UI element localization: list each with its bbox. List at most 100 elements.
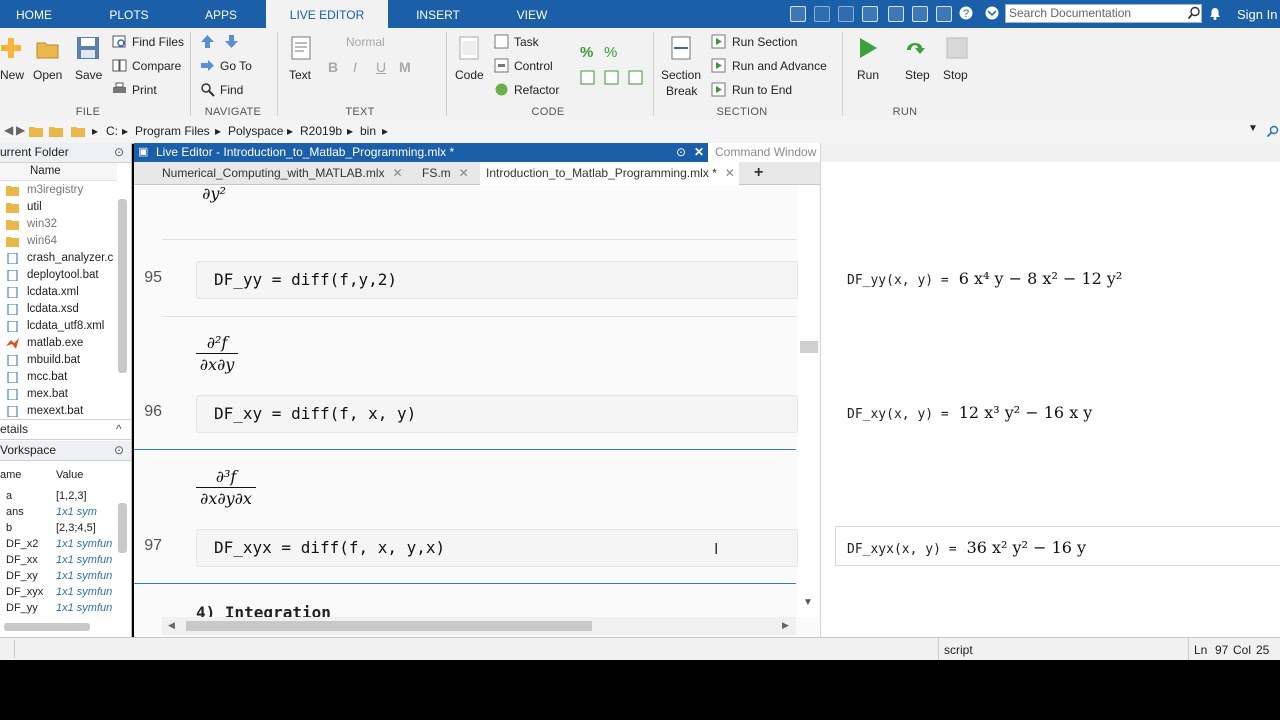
run-to-end-button[interactable]: Run to End [732,83,792,97]
name-column-header[interactable]: ame [0,467,21,483]
open-folder-icon[interactable] [36,38,60,62]
list-item[interactable]: mex.bat [0,386,117,403]
horizontal-scrollbar[interactable]: ◀ ▶ [162,617,796,635]
new-icon[interactable] [0,36,24,60]
tab-introduction[interactable]: Introduction_to_Matlab_Programming.mlx *… [480,162,739,185]
vertical-scrollbar[interactable]: ▼ [798,185,818,617]
list-item[interactable]: matlab.exe [0,335,117,352]
tab-fs[interactable]: FS.m ✕ [422,162,469,184]
increase-indent-icon[interactable] [628,70,643,85]
redo-icon[interactable] [912,6,928,22]
tab-insert[interactable]: INSERT [400,0,476,28]
print-button[interactable]: Print [132,83,157,97]
close-icon[interactable]: ✕ [725,166,735,180]
section-break-icon[interactable] [670,36,694,60]
control-button[interactable]: Control [514,59,553,73]
list-item[interactable]: lcdata.xsd [0,301,117,318]
new-button[interactable]: New [0,68,24,82]
underline-button[interactable]: U [376,59,386,75]
text-icon[interactable] [290,36,314,60]
comment-icon[interactable]: % [580,44,593,61]
indent-icon[interactable] [580,70,595,85]
run-icon[interactable] [856,36,880,60]
forward-icon[interactable]: ▶ [16,123,25,137]
breadcrumb-bin[interactable]: bin [360,124,376,138]
step-icon[interactable] [904,36,928,60]
compare-button[interactable]: Compare [132,59,181,73]
bell-icon[interactable] [1208,6,1222,21]
stop-icon[interactable] [945,36,969,60]
tab-apps[interactable]: APPS [190,0,252,28]
list-item[interactable]: lcdata_utf8.xml [0,318,117,335]
address-bar[interactable]: ◀ ▶ ▸ C: ▸ Program Files ▸ Polyspace ▸ R… [0,121,1280,144]
code-line[interactable]: DF_xy = diff(f, x, y) [214,404,416,423]
panel-menu-icon[interactable]: ⊙ [676,143,686,162]
breadcrumb-program-files[interactable]: Program Files [135,124,210,138]
close-icon[interactable]: ✕ [393,166,403,180]
tab-live-editor[interactable]: LIVE EDITOR [266,0,388,29]
switch-windows-icon[interactable] [936,6,952,22]
search-input[interactable]: Search Documentation [1005,4,1202,23]
chevron-down-icon[interactable]: ▼ [803,597,813,608]
chevron-up-icon[interactable]: ^ [116,420,122,439]
cut-icon[interactable] [814,6,830,22]
details-header[interactable]: etails ^ [0,419,131,440]
close-icon[interactable]: ✕ [459,166,469,180]
table-row[interactable]: DF_xy 1x1 symfun [0,568,117,584]
code-block[interactable]: DF_yy = diff(f,y,2) [196,261,798,299]
style-dropdown[interactable]: Normal [346,35,385,49]
section-break-label-1[interactable]: Section [661,68,701,82]
command-window-title-bar[interactable]: Command Window [715,143,1280,162]
bold-button[interactable]: B [328,59,338,75]
list-item[interactable]: m3iregistry [0,182,117,199]
code-icon[interactable] [458,36,482,60]
scroll-thumb[interactable] [800,341,818,353]
refactor-button[interactable]: Refactor [514,83,559,97]
run-button[interactable]: Run [857,68,879,82]
step-button[interactable]: Step [905,68,930,82]
up-folder-icon[interactable] [28,124,44,138]
list-item[interactable]: mcc.bat [0,369,117,386]
code-line[interactable]: DF_xyx = diff(f, x, y,x) [214,538,445,557]
panel-menu-icon[interactable]: ⊙ [114,143,124,162]
task-button[interactable]: Task [514,35,539,49]
folder-scrollbar[interactable] [118,199,127,373]
chevron-down-icon[interactable] [984,5,1000,21]
help-icon[interactable]: ? [958,5,974,21]
name-column-header[interactable]: Name [0,163,117,181]
save-icon[interactable] [790,6,806,22]
run-section-button[interactable]: Run Section [732,35,797,49]
chevron-down-icon[interactable]: ▼ [1248,123,1258,134]
search-icon[interactable] [1266,125,1279,138]
list-item[interactable]: mexext.bat [0,403,117,420]
table-row[interactable]: DF_xyx 1x1 symfun [0,584,117,600]
go-to-button[interactable]: Go To [220,59,252,73]
tab-plots[interactable]: PLOTS [90,0,168,28]
table-row[interactable]: a [1,2,3] [0,488,117,504]
workspace-hscrollbar[interactable] [4,623,90,631]
arrow-down-icon[interactable] [224,34,239,49]
copy-icon[interactable] [838,6,854,22]
workspace-scrollbar[interactable] [118,503,127,553]
monospace-button[interactable]: M [399,59,411,75]
code-button[interactable]: Code [455,68,484,82]
table-row[interactable]: DF_xx 1x1 symfun [0,552,117,568]
italic-button[interactable]: I [353,59,357,75]
save-icon[interactable] [76,36,100,60]
scroll-thumb[interactable] [186,621,592,631]
decrease-indent-icon[interactable] [604,70,619,85]
stop-button[interactable]: Stop [943,68,968,82]
tab-view[interactable]: VIEW [496,0,568,28]
paste-icon[interactable] [862,6,878,22]
table-row[interactable]: b [2,3;4,5] [0,520,117,536]
list-item[interactable]: util [0,199,117,216]
breadcrumb-polyspace[interactable]: Polyspace [228,124,283,138]
table-row[interactable]: DF_x2 1x1 symfun [0,536,117,552]
sign-in-link[interactable]: Sign In [1237,0,1277,28]
scroll-right-icon[interactable]: ▶ [782,620,789,631]
search-icon[interactable] [1187,6,1201,20]
tab-numerical-computing[interactable]: Numerical_Computing_with_MATLAB.mlx ✕ [162,162,403,184]
value-column-header[interactable]: Value [56,467,83,483]
run-and-advance-button[interactable]: Run and Advance [732,59,827,73]
uncomment-icon[interactable]: % [604,44,617,61]
